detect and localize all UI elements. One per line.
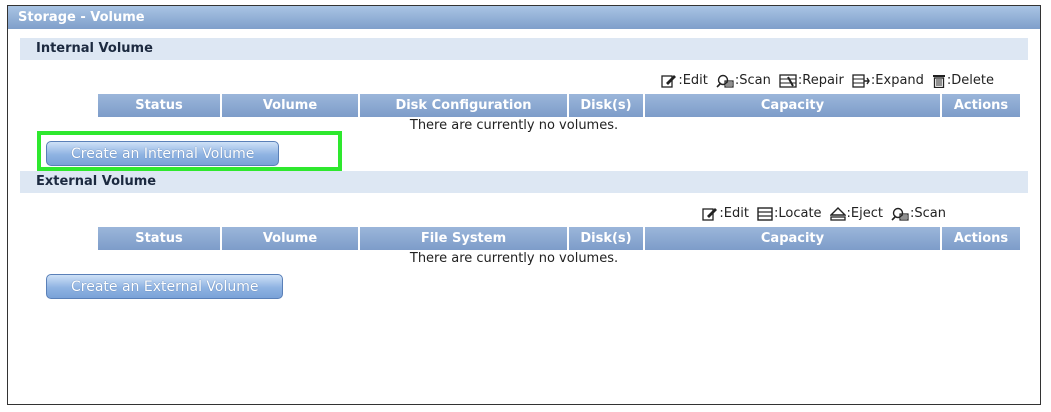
column-actions: Actions [941,94,1020,117]
repair-icon [779,73,797,88]
internal-volume-header: Internal Volume [20,38,1028,60]
legend-expand: :Expand [852,73,924,88]
expand-icon [852,73,870,88]
scan-icon [716,74,734,88]
column-file-system[interactable]: File System [359,227,569,250]
column-actions: Actions [941,227,1020,250]
storage-volume-panel: Storage - Volume Internal Volume :Edit :… [7,5,1041,405]
panel-title: Storage - Volume [8,6,1040,29]
column-status[interactable]: Status [98,94,222,117]
legend-scan: :Scan [891,206,946,221]
legend-scan: :Scan [716,73,771,88]
column-capacity[interactable]: Capacity [644,227,942,250]
internal-empty-message: There are currently no volumes. [409,118,619,133]
edit-icon [661,74,677,88]
internal-legend: :Edit :Scan :Repair :Expand :Delete [20,60,1028,88]
scan-icon [891,207,909,221]
external-button-area: Create an External Volume [20,270,1028,304]
column-disks[interactable]: Disk(s) [568,227,645,250]
legend-locate: :Locate [757,206,822,221]
external-volume-table: Status Volume File System Disk(s) Capaci… [98,227,1020,250]
create-external-volume-button[interactable]: Create an External Volume [46,274,284,299]
legend-eject: :Eject [829,206,883,221]
external-volume-section: External Volume :Edit :Locate :Eject :Sc… [20,171,1028,304]
external-legend: :Edit :Locate :Eject :Scan [20,193,1028,221]
legend-edit: :Edit [702,206,749,221]
eject-icon [829,206,846,221]
column-disk-configuration[interactable]: Disk Configuration [359,94,569,117]
external-empty-message: There are currently no volumes. [409,251,619,266]
legend-edit: :Edit [661,73,708,88]
edit-icon [702,207,718,221]
column-capacity[interactable]: Capacity [644,94,942,117]
external-volume-header: External Volume [20,171,1028,193]
delete-icon [932,74,945,88]
column-disks[interactable]: Disk(s) [568,94,645,117]
locate-icon [757,206,773,221]
column-volume[interactable]: Volume [221,94,360,117]
create-internal-volume-button[interactable]: Create an Internal Volume [46,141,280,166]
legend-repair: :Repair [779,73,844,88]
column-status[interactable]: Status [98,227,222,250]
column-volume[interactable]: Volume [221,227,360,250]
internal-volume-section: Internal Volume :Edit :Scan :Repair :Exp… [20,38,1028,171]
internal-button-area: Create an Internal Volume [20,131,1028,171]
internal-volume-table: Status Volume Disk Configuration Disk(s)… [98,94,1020,117]
legend-delete: :Delete [932,73,994,88]
